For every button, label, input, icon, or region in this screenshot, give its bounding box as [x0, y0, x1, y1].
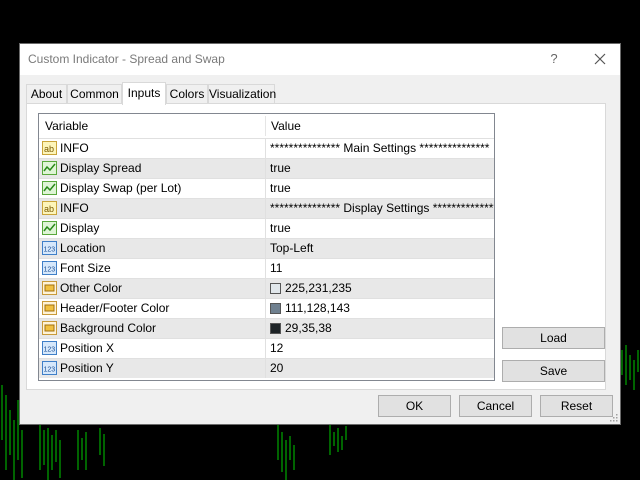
variable-name: Location: [60, 241, 106, 255]
cancel-button[interactable]: Cancel: [459, 395, 532, 417]
grid-row[interactable]: Display true: [39, 218, 494, 238]
value-text: *************** Display Settings *******…: [270, 201, 495, 215]
grid-row[interactable]: 123 Location Top-Left: [39, 238, 494, 258]
svg-text:123: 123: [44, 267, 56, 274]
variable-cell: Display Spread: [39, 159, 265, 178]
variable-cell: Display Swap (per Lot): [39, 179, 265, 198]
value-text: *************** Main Settings **********…: [270, 141, 490, 155]
grid-row[interactable]: 123 Position X 12: [39, 338, 494, 358]
value-cell[interactable]: 225,231,235: [265, 279, 494, 298]
svg-text:123: 123: [44, 247, 56, 254]
grid-row[interactable]: ab INFO *************** Display Settings *…: [39, 198, 494, 218]
grid-row[interactable]: Display Spread true: [39, 158, 494, 178]
color-swatch: [270, 283, 281, 294]
grid-row[interactable]: Header/Footer Color 111,128,143: [39, 298, 494, 318]
column-header-value[interactable]: Value: [265, 114, 494, 138]
variable-cell: Header/Footer Color: [39, 299, 265, 318]
value-cell[interactable]: 12: [265, 339, 494, 358]
inputs-grid: Variable Value ab INFO *************** Mai…: [38, 113, 495, 381]
value-text: 29,35,38: [285, 321, 332, 335]
svg-text:ab: ab: [44, 144, 54, 154]
value-cell[interactable]: true: [265, 179, 494, 198]
variable-cell: Display: [39, 219, 265, 238]
load-button[interactable]: Load: [502, 327, 605, 349]
resize-grip-icon[interactable]: [608, 412, 618, 422]
variable-name: Position Y: [60, 361, 114, 375]
variable-cell: Other Color: [39, 279, 265, 298]
grid-row[interactable]: Background Color 29,35,38: [39, 318, 494, 338]
variable-cell: Background Color: [39, 319, 265, 338]
reset-button[interactable]: Reset: [540, 395, 613, 417]
inputs-panel: Variable Value ab INFO *************** Mai…: [26, 103, 606, 390]
grid-row[interactable]: 123 Position Y 20: [39, 358, 494, 378]
tab-colors[interactable]: Colors: [166, 84, 208, 103]
ok-button[interactable]: OK: [378, 395, 451, 417]
value-cell[interactable]: Top-Left: [265, 239, 494, 258]
variable-name: Display Spread: [60, 161, 142, 175]
color-swatch: [270, 323, 281, 334]
svg-text:123: 123: [44, 367, 56, 374]
variable-cell: 123 Position Y: [39, 359, 265, 378]
variable-cell: ab INFO: [39, 139, 265, 158]
value-text: 225,231,235: [285, 281, 352, 295]
window-title: Custom Indicator - Spread and Swap: [28, 52, 225, 66]
value-text: 20: [270, 361, 284, 375]
value-text: true: [270, 181, 291, 195]
variable-name: Background Color: [60, 321, 157, 335]
close-button[interactable]: [584, 48, 616, 70]
value-cell[interactable]: 20: [265, 359, 494, 378]
title-bar: Custom Indicator - Spread and Swap ?: [20, 44, 620, 75]
variable-cell: 123 Location: [39, 239, 265, 258]
value-cell[interactable]: 29,35,38: [265, 319, 494, 338]
variable-name: Position X: [60, 341, 115, 355]
value-cell[interactable]: *************** Display Settings *******…: [265, 199, 494, 218]
tab-inputs[interactable]: Inputs: [122, 82, 166, 105]
grid-row[interactable]: 123 Font Size 11: [39, 258, 494, 278]
value-cell[interactable]: 11: [265, 259, 494, 278]
color-swatch: [270, 303, 281, 314]
value-cell[interactable]: *************** Main Settings **********…: [265, 139, 494, 158]
variable-cell: ab INFO: [39, 199, 265, 218]
tab-about[interactable]: About: [26, 84, 67, 103]
variable-name: INFO: [60, 201, 89, 215]
value-text: true: [270, 221, 291, 235]
indicator-dialog: Custom Indicator - Spread and Swap ? Abo…: [19, 43, 621, 425]
svg-text:ab: ab: [44, 204, 54, 214]
value-text: true: [270, 161, 291, 175]
value-text: 111,128,143: [285, 301, 350, 315]
variable-name: Other Color: [60, 281, 123, 295]
value-text: Top-Left: [270, 241, 314, 255]
tab-common[interactable]: Common: [67, 84, 122, 103]
value-cell[interactable]: 111,128,143: [265, 299, 494, 318]
variable-cell: 123 Position X: [39, 339, 265, 358]
variable-name: Header/Footer Color: [60, 301, 170, 315]
variable-name: Font Size: [60, 261, 111, 275]
help-button[interactable]: ?: [538, 48, 570, 70]
grid-row[interactable]: Other Color 225,231,235: [39, 278, 494, 298]
save-button[interactable]: Save: [502, 360, 605, 382]
variable-cell: 123 Font Size: [39, 259, 265, 278]
value-cell[interactable]: true: [265, 159, 494, 178]
grid-row[interactable]: Display Swap (per Lot) true: [39, 178, 494, 198]
grid-row[interactable]: ab INFO *************** Main Settings ****…: [39, 138, 494, 158]
value-text: 11: [270, 261, 283, 275]
variable-name: Display: [60, 221, 100, 235]
value-text: 12: [270, 341, 284, 355]
variable-name: Display Swap (per Lot): [60, 181, 182, 195]
svg-text:123: 123: [44, 347, 56, 354]
column-header-variable[interactable]: Variable: [39, 114, 265, 138]
variable-name: INFO: [60, 141, 89, 155]
grid-header: Variable Value: [39, 114, 494, 138]
tab-visualization[interactable]: Visualization: [208, 84, 276, 103]
close-icon: [594, 53, 606, 65]
value-cell[interactable]: true: [265, 219, 494, 238]
